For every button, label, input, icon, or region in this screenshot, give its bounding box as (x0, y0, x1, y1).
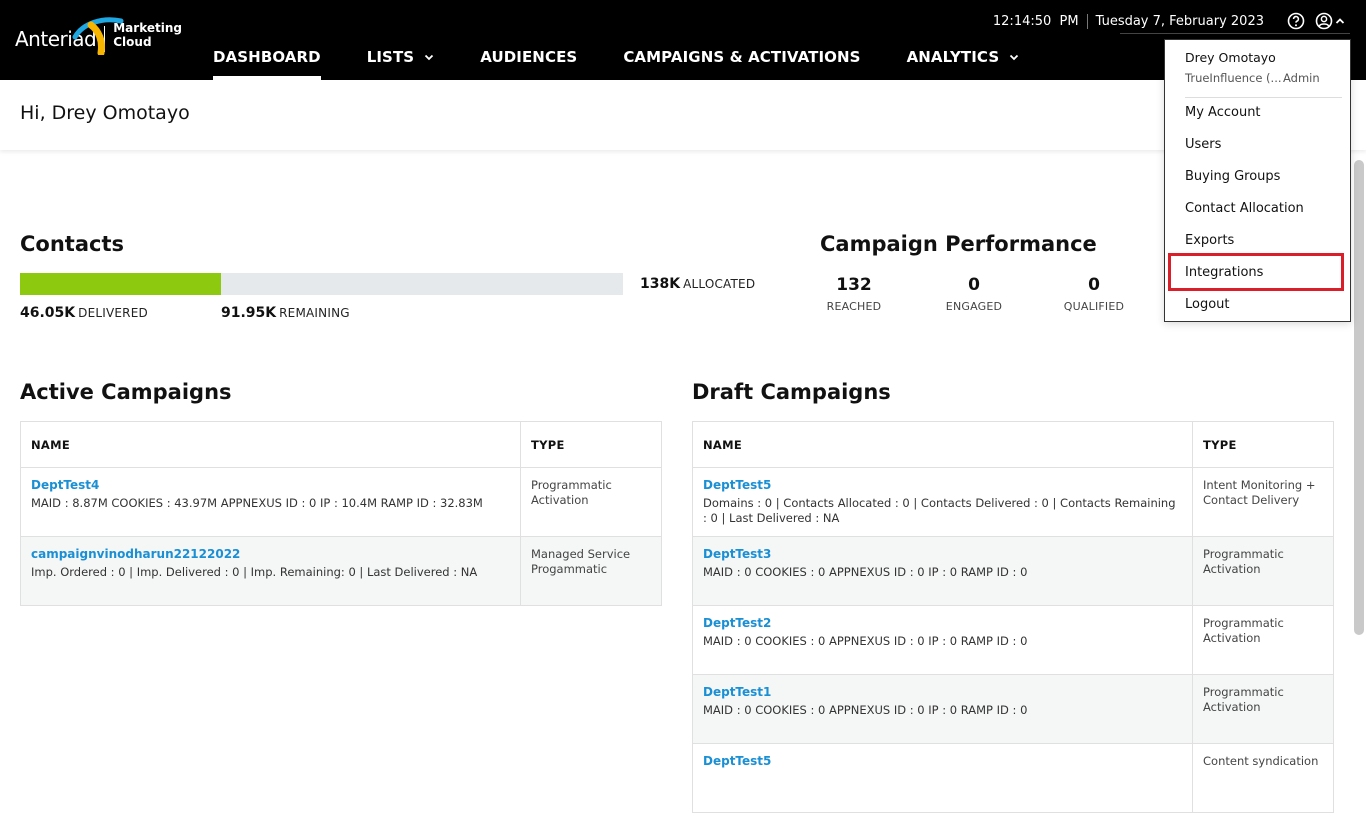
table-row: DeptTest4 MAID : 8.87M COOKIES : 43.97M A… (20, 467, 662, 537)
chevron-up-icon[interactable] (1334, 11, 1346, 31)
delivered-stat: 46.05K DELIVERED (20, 305, 148, 321)
engaged-label: ENGAGED (945, 300, 1003, 313)
nav-dashboard[interactable]: DASHBOARD (213, 34, 321, 80)
campaign-type: Content syndication (1192, 743, 1334, 813)
delivered-value: 46.05K (20, 305, 76, 321)
nav-label: CAMPAIGNS & ACTIVATIONS (623, 48, 861, 66)
campaign-link[interactable]: DeptTest4 (31, 478, 510, 493)
menu-item-my-account[interactable]: My Account (1185, 105, 1261, 120)
menu-org-name: TrueInfluence (... (1185, 71, 1282, 85)
campaign-type: Managed Service Progammatic (520, 536, 662, 606)
menu-item-integrations[interactable]: Integrations (1185, 265, 1263, 280)
greeting-bar (0, 80, 1366, 150)
nav-lists[interactable]: LISTS (367, 34, 434, 80)
menu-item-users[interactable]: Users (1185, 137, 1221, 152)
contacts-progress-fill (20, 273, 222, 295)
chevron-down-icon (1010, 54, 1019, 61)
logo-arc-icon (72, 17, 124, 55)
campaign-link[interactable]: DeptTest5 (703, 478, 1182, 493)
campaign-detail: MAID : 0 COOKIES : 0 APPNEXUS ID : 0 IP … (703, 565, 1028, 579)
draft-campaigns-table: NAME TYPE DeptTest5 Domains : 0 | Contact… (692, 421, 1334, 813)
col-name-header: NAME (692, 421, 1193, 468)
campaign-detail: MAID : 0 COOKIES : 0 APPNEXUS ID : 0 IP … (703, 703, 1028, 717)
engaged-value: 0 (968, 275, 980, 295)
menu-user-name: Drey Omotayo (1185, 50, 1276, 65)
table-row: DeptTest1 MAID : 0 COOKIES : 0 APPNEXUS I… (692, 674, 1334, 744)
nav-audiences[interactable]: AUDIENCES (480, 34, 577, 80)
menu-divider (1185, 97, 1342, 98)
campaign-type: Programmatic Activation (1192, 536, 1334, 606)
qualified-value: 0 (1088, 275, 1100, 295)
clock-date: Tuesday 7, February 2023 (1086, 13, 1278, 29)
table-row: DeptTest5 Domains : 0 | Contacts Allocate… (692, 467, 1334, 537)
col-type-header: TYPE (1192, 421, 1334, 468)
greeting-text: Hi, Drey Omotayo (20, 102, 190, 124)
allocated-value: 138K (640, 276, 681, 292)
qualified-label: QUALIFIED (1063, 300, 1125, 313)
contacts-progress-bar (20, 273, 623, 295)
menu-item-logout[interactable]: Logout (1185, 297, 1230, 312)
campaign-detail: Domains : 0 | Contacts Allocated : 0 | C… (703, 496, 1176, 525)
clock-row: 12:14:50 PM Tuesday 7, February 2023 (993, 8, 1346, 34)
active-campaigns-table: NAME TYPE DeptTest4 MAID : 8.87M COOKIES … (20, 421, 662, 606)
top-bar: Anteriad Marketing Cloud 12:14:50 PM Tue… (0, 0, 1366, 80)
col-name-header: NAME (20, 421, 521, 468)
clock-time: 12:14:50 PM (992, 13, 1079, 29)
nav-label: AUDIENCES (480, 48, 578, 66)
nav-analytics[interactable]: ANALYTICS (907, 34, 1020, 80)
reached-value: 132 (836, 275, 872, 295)
table-row: DeptTest5 Content syndication (692, 743, 1334, 813)
col-type-header: TYPE (520, 421, 662, 468)
remaining-value: 91.95K (221, 305, 277, 321)
table-row: DeptTest3 MAID : 0 COOKIES : 0 APPNEXUS I… (692, 536, 1334, 606)
reached-label: REACHED (826, 300, 882, 313)
campaign-type: Programmatic Activation (1192, 605, 1334, 675)
active-campaigns-title: Active Campaigns (20, 380, 232, 404)
nav-label: LISTS (366, 48, 415, 66)
help-icon[interactable] (1286, 11, 1306, 31)
campaign-detail: Imp. Ordered : 0 | Imp. Delivered : 0 | … (31, 565, 478, 579)
remaining-stat: 91.95K REMAINING (221, 305, 350, 321)
allocated-label: ALLOCATED (683, 277, 756, 291)
campaign-detail: MAID : 8.87M COOKIES : 43.97M APPNEXUS I… (31, 496, 483, 510)
campaign-type: Programmatic Activation (1192, 674, 1334, 744)
page-scrollbar[interactable] (1354, 160, 1364, 635)
user-menu-dropdown: Drey Omotayo TrueInfluence (... Admin My… (1164, 39, 1351, 322)
performance-title: Campaign Performance (820, 232, 1097, 256)
campaign-link[interactable]: DeptTest1 (703, 685, 1182, 700)
campaign-detail: MAID : 0 COOKIES : 0 APPNEXUS ID : 0 IP … (703, 634, 1028, 648)
campaign-link[interactable]: DeptTest3 (703, 547, 1182, 562)
allocated-stat: 138K ALLOCATED (640, 276, 755, 292)
chevron-down-icon (425, 54, 434, 61)
campaign-link[interactable]: DeptTest5 (703, 754, 1182, 769)
menu-item-buying-groups[interactable]: Buying Groups (1185, 169, 1280, 184)
contacts-title: Contacts (20, 232, 124, 256)
nav-label: DASHBOARD (213, 48, 321, 66)
nav-campaigns[interactable]: CAMPAIGNS & ACTIVATIONS (623, 34, 860, 80)
campaign-type: Programmatic Activation (520, 467, 662, 537)
nav-label: ANALYTICS (906, 48, 1000, 66)
menu-item-exports[interactable]: Exports (1185, 233, 1234, 248)
campaign-link[interactable]: campaignvinodharun22122022 (31, 547, 510, 562)
menu-role: Admin (1283, 71, 1320, 85)
table-row: campaignvinodharun22122022 Imp. Ordered :… (20, 536, 662, 606)
user-icon[interactable] (1314, 11, 1334, 31)
menu-item-contact-allocation[interactable]: Contact Allocation (1185, 201, 1304, 216)
delivered-label: DELIVERED (78, 306, 148, 320)
anteriad-logo[interactable]: Anteriad Marketing Cloud (15, 16, 182, 55)
remaining-label: REMAINING (279, 306, 350, 320)
campaign-link[interactable]: DeptTest2 (703, 616, 1182, 631)
table-row: DeptTest2 MAID : 0 COOKIES : 0 APPNEXUS I… (692, 605, 1334, 675)
header-divider (1120, 33, 1350, 34)
campaign-type: Intent Monitoring + Contact Delivery (1192, 467, 1334, 537)
main-nav: DASHBOARD LISTS AUDIENCES CAMPAIGNS & AC… (213, 34, 1065, 80)
draft-campaigns-title: Draft Campaigns (692, 380, 891, 404)
